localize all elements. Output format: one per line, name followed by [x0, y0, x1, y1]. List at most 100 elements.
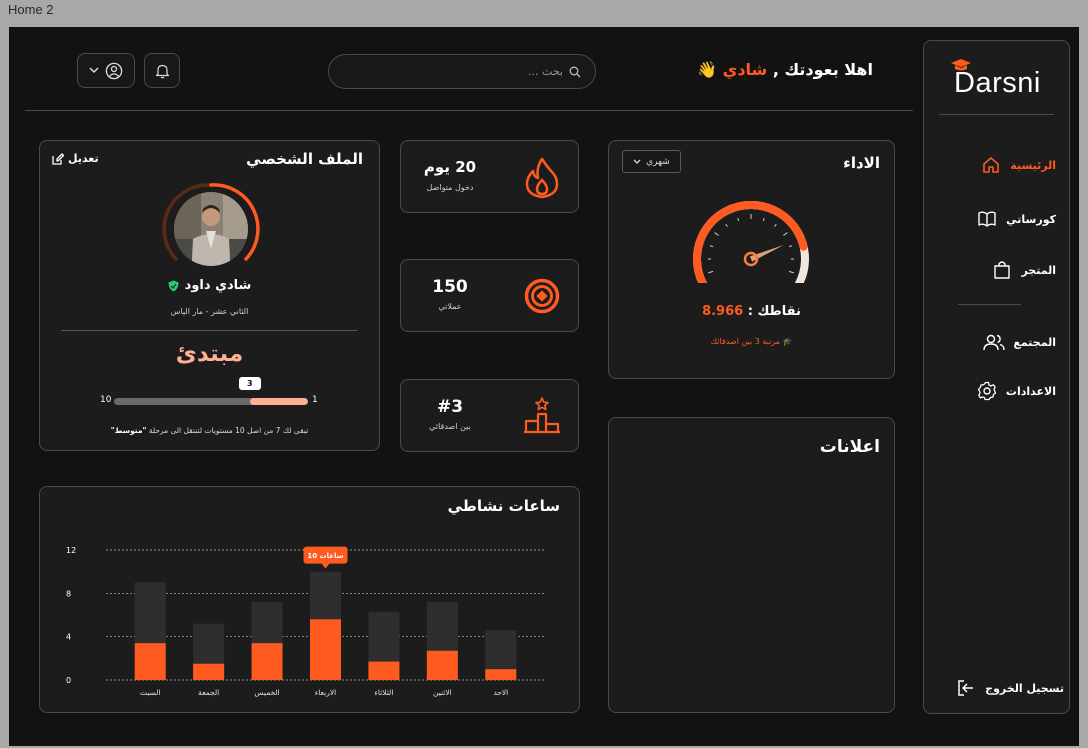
stat-card-coins: 150 عملاتي [400, 259, 579, 332]
profile-divider [61, 330, 357, 331]
edit-icon [52, 152, 64, 165]
stat-value: 150 [432, 277, 468, 297]
edit-profile-button[interactable]: تعديل [52, 152, 99, 165]
activity-chart-card: ساعات نشاطي 0 4 8 12 السبت الجمعة الخميس الاربع… [39, 486, 580, 713]
avatar [162, 183, 260, 266]
level-note: تبقى لك 7 من اصل 10 مستويات لتنتقل الى م… [40, 426, 379, 435]
gauge-tick [725, 223, 728, 227]
search-box[interactable] [328, 54, 596, 89]
account-menu-button[interactable] [77, 53, 135, 88]
gauge-tick [774, 223, 777, 227]
logout-label: تسجيل الخروج [985, 681, 1064, 695]
profile-name-row: شادي داود [40, 278, 379, 293]
search-input[interactable] [363, 65, 563, 78]
graduation-cap-icon: 🎓 [782, 337, 793, 346]
sidebar-item-community[interactable]: المجتمع [946, 330, 1056, 354]
rank-line: 🎓 مرتبة 3 بين اصدقائك [609, 337, 894, 346]
gauge-tick [783, 232, 788, 236]
level-note-target: "متوسط" [110, 426, 147, 435]
stat-label: عملاتي [438, 302, 462, 311]
y-tick-label: 8 [66, 589, 71, 598]
gauge-fill [693, 201, 808, 283]
stat-value: 20 يوم [423, 158, 477, 176]
gauge-tick [709, 245, 714, 248]
tooltip-label: 10 ساعات [307, 552, 343, 560]
points-label: نقاطك : [747, 304, 801, 319]
ads-card: اعلانات [608, 417, 895, 713]
sidebar-item-label: الاعدادات [1005, 384, 1056, 398]
sidebar-item-store[interactable]: المتجر [946, 258, 1056, 282]
sidebar: Darsni الرئيسية كورساتي المتجر المجتمع ا… [923, 40, 1070, 714]
sidebar-divider [958, 304, 1021, 305]
ads-title: اعلانات [819, 437, 880, 457]
sidebar-divider [939, 114, 1054, 115]
gauge-tick [714, 232, 719, 236]
performance-gauge [693, 201, 809, 283]
profile-card: الملف الشخصي تعديل شادي داود الثاني عشر … [39, 140, 380, 451]
stat-card-streak: 20 يوم دخول متواصل [400, 140, 579, 213]
bar-active [193, 663, 225, 680]
period-dropdown[interactable]: شهري [622, 150, 681, 173]
stat-card-rank: #3 بين اصدقائي [400, 379, 579, 452]
gauge-tick [762, 217, 765, 222]
sidebar-item-label: المتجر [1021, 263, 1056, 277]
flame-icon [525, 157, 559, 199]
progress-current-badge: 3 [238, 377, 261, 390]
header-divider [25, 110, 913, 111]
y-tick-label: 4 [66, 633, 71, 642]
x-tick-label: الخميس [254, 688, 279, 697]
chevron-down-icon [89, 67, 99, 74]
chevron-down-icon [633, 159, 641, 164]
bell-icon [155, 64, 169, 78]
sidebar-item-home[interactable]: الرئيسية [946, 153, 1056, 177]
sidebar-item-label: المجتمع [1013, 335, 1056, 349]
profile-name: شادي داود [184, 278, 252, 293]
period-value: شهري [646, 156, 670, 167]
users-icon [983, 331, 1006, 353]
logout-icon [955, 677, 977, 699]
stat-label: دخول متواصل [426, 183, 474, 192]
notifications-button[interactable] [144, 53, 180, 88]
greeting-name: شادي [722, 60, 768, 79]
y-tick-label: 0 [66, 676, 71, 685]
user-circle-icon [105, 62, 123, 79]
sidebar-item-label: كورساتي [1006, 212, 1056, 226]
book-icon [976, 208, 998, 230]
wave-emoji: 👋 [697, 60, 718, 79]
level-progress-fill [249, 398, 308, 405]
greeting-prefix: اهلا بعودتك , [772, 60, 873, 79]
x-tick-label: السبت [140, 688, 161, 697]
search-icon [569, 66, 581, 77]
sidebar-item-courses[interactable]: كورساتي [946, 207, 1056, 231]
x-tick-label: الاحد [493, 688, 508, 697]
performance-title: الاداء [843, 154, 880, 172]
sidebar-item-label: الرئيسية [1010, 158, 1056, 172]
bar-active [251, 643, 283, 680]
x-tick-label: الجمعة [198, 688, 219, 697]
app-window: Darsni الرئيسية كورساتي المتجر المجتمع ا… [9, 27, 1079, 746]
logout-button[interactable]: تسجيل الخروج [954, 676, 1064, 700]
gauge-tick [737, 217, 740, 222]
greeting: اهلا بعودتك , شادي 👋 [649, 60, 873, 79]
frame-label: Home 2 [8, 2, 54, 17]
points-value: 8.966 [702, 304, 744, 319]
x-tick-label: الثلاثاء [374, 688, 393, 697]
stat-label: بين اصدقائي [429, 422, 471, 431]
x-tick-label: الاربعاء [315, 688, 337, 697]
gauge-tick [788, 270, 794, 274]
verified-shield-icon [168, 280, 179, 291]
graduation-cap-icon [951, 59, 971, 71]
rank-text: مرتبة 3 بين اصدقائك [710, 337, 780, 346]
progress-min: 1 [312, 395, 318, 405]
brand-logo: Darsni [951, 59, 1041, 100]
sidebar-item-settings[interactable]: الاعدادات [946, 379, 1056, 403]
stat-value: #3 [436, 397, 464, 417]
performance-card: الاداء شهري نقاطك : 8.966 🎓 مرتبة 3 بين … [608, 140, 895, 379]
points-line: نقاطك : 8.966 [609, 304, 894, 319]
profile-level: مبتدئ [175, 341, 244, 367]
bar-active [426, 650, 458, 680]
gear-icon [976, 380, 998, 402]
bar-active [368, 661, 400, 680]
shopping-bag-icon [991, 259, 1013, 281]
activity-bar-chart: 0 4 8 12 السبت الجمعة الخميس الاربعاء 10 ساعات ال… [66, 546, 545, 697]
